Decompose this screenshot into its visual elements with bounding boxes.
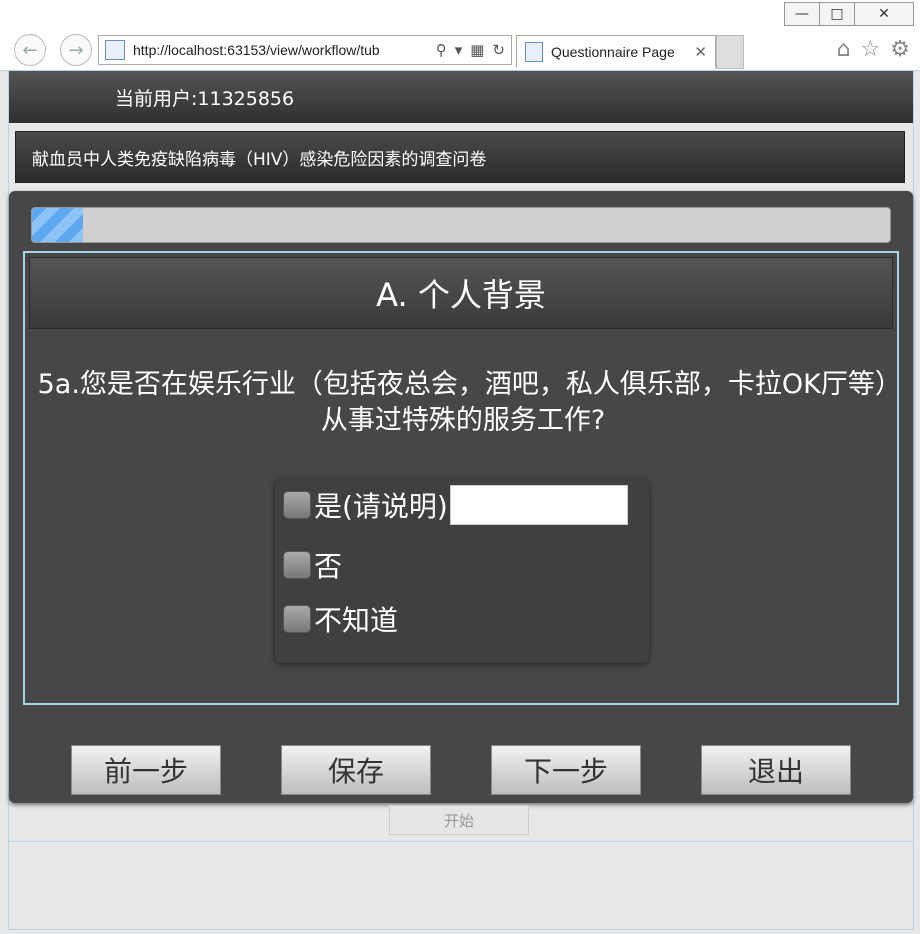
user-bar: 当前用户:11325856 (9, 71, 913, 123)
tab-close-icon[interactable]: ✕ (694, 43, 707, 61)
window-controls: — □ ✕ (784, 2, 914, 26)
search-icon[interactable]: ⚲ (436, 41, 447, 59)
section-header: A. 个人背景 (29, 257, 893, 329)
option-yes-checkbox[interactable] (283, 491, 311, 519)
option-yes-label: 是(请说明) (314, 490, 448, 523)
option-unknown-label: 不知道 (314, 604, 399, 637)
dropdown-icon[interactable]: ▾ (455, 41, 463, 59)
browser-tab[interactable]: Questionnaire Page ✕ (516, 35, 716, 68)
settings-gear-icon[interactable]: ⚙ (890, 37, 910, 62)
questionnaire-panel: A. 个人背景 5a.您是否在娱乐行业（包括夜总会，酒吧，私人俱乐部，卡拉OK厅… (9, 191, 913, 803)
option-no-checkbox[interactable] (283, 551, 311, 579)
survey-title: 献血员中人类免疫缺陷病毒（HIV）感染危险因素的调查问卷 (32, 149, 487, 170)
next-button[interactable]: 下一步 (491, 745, 641, 795)
current-user-label: 当前用户:11325856 (115, 87, 295, 110)
home-icon[interactable]: ⌂ (837, 37, 851, 62)
exit-button[interactable]: 退出 (701, 745, 851, 795)
back-arrow-icon[interactable]: ← (14, 34, 46, 66)
option-unknown-checkbox[interactable] (283, 605, 311, 633)
option-no-label: 否 (314, 550, 343, 583)
prev-button[interactable]: 前一步 (71, 745, 221, 795)
option-no[interactable]: 否 (283, 545, 342, 585)
option-yes[interactable]: 是(请说明) (283, 485, 628, 525)
url-text[interactable]: http://localhost:63153/view/workflow/tub (133, 42, 436, 58)
compatibility-icon[interactable]: ▦ (470, 41, 484, 59)
save-button[interactable]: 保存 (281, 745, 431, 795)
page-content: 当前用户:11325856 献血员中人类免疫缺陷病毒（HIV）感染危险因素的调查… (8, 70, 914, 930)
forward-arrow-icon[interactable]: → (60, 34, 92, 66)
answer-options: 是(请说明) 否 不知道 (275, 479, 649, 663)
divider (9, 841, 913, 842)
start-button[interactable]: 开始 (389, 805, 529, 835)
survey-title-bar: 献血员中人类免疫缺陷病毒（HIV）感染危险因素的调查问卷 (15, 131, 905, 183)
favorites-star-icon[interactable]: ☆ (861, 37, 881, 62)
section-title: A. 个人背景 (376, 276, 546, 314)
address-bar[interactable]: http://localhost:63153/view/workflow/tub… (98, 35, 512, 65)
close-window-icon[interactable]: ✕ (854, 2, 914, 26)
maximize-icon[interactable]: □ (819, 2, 855, 26)
option-unknown[interactable]: 不知道 (283, 599, 398, 639)
tab-page-icon (525, 42, 543, 62)
question-text: 5a.您是否在娱乐行业（包括夜总会，酒吧，私人俱乐部，卡拉OK厅等）从事过特殊的… (37, 369, 889, 436)
progress-bar (31, 207, 891, 243)
browser-chrome: — □ ✕ ← → http://localhost:63153/view/wo… (0, 0, 920, 71)
minimize-icon[interactable]: — (784, 2, 820, 26)
refresh-icon[interactable]: ↻ (492, 41, 505, 59)
progress-fill (32, 208, 84, 242)
tab-title: Questionnaire Page (551, 44, 675, 60)
question-frame: A. 个人背景 5a.您是否在娱乐行业（包括夜总会，酒吧，私人俱乐部，卡拉OK厅… (23, 251, 899, 705)
option-yes-specify-input[interactable] (449, 485, 628, 525)
page-icon (105, 40, 125, 60)
new-tab-button[interactable] (716, 35, 744, 69)
